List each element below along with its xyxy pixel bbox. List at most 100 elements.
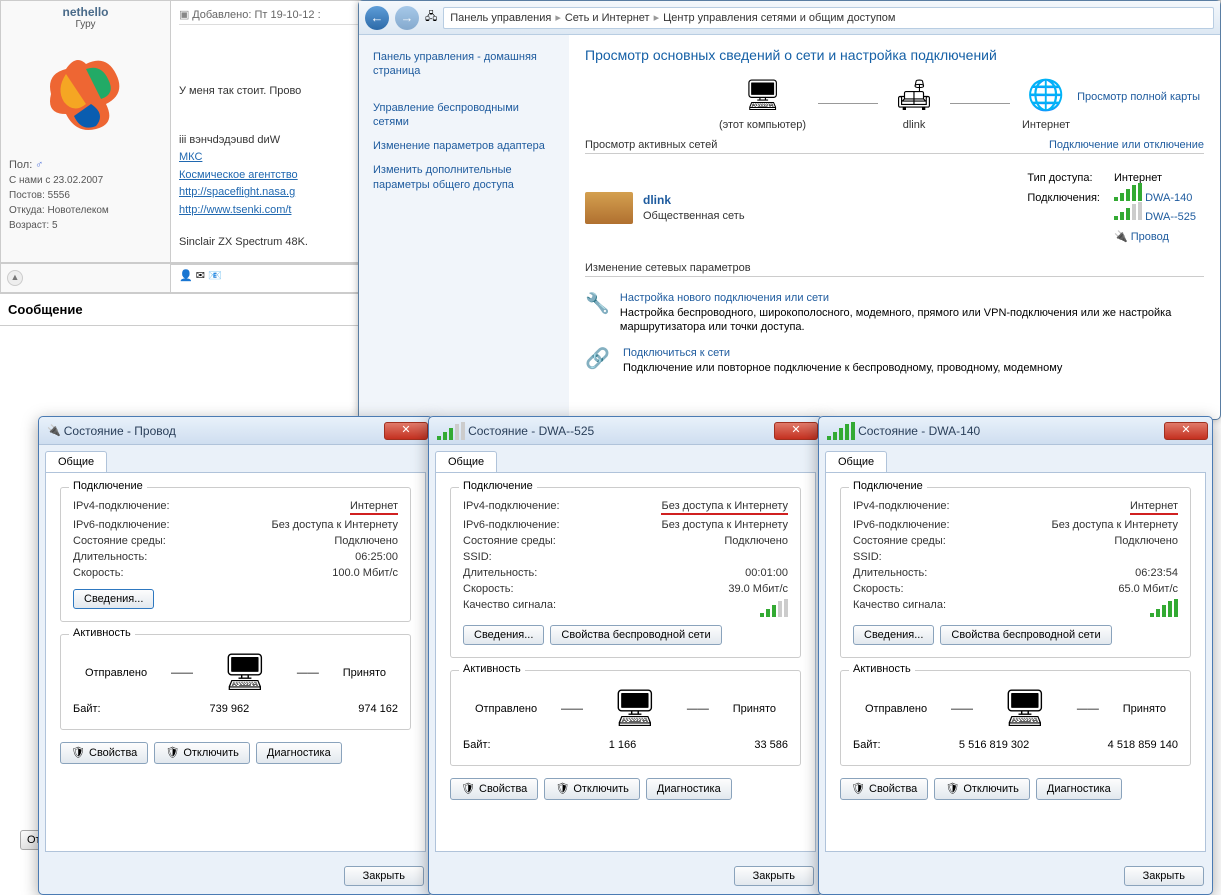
sent-value: 1 166 xyxy=(491,739,755,751)
avatar xyxy=(28,36,143,151)
conn-toggle-link[interactable]: Подключение или отключение xyxy=(1049,139,1204,151)
this-pc-label: (этот компьютер) xyxy=(719,119,806,131)
router-icon: 🛋 xyxy=(890,75,938,115)
media-label: Состояние среды: xyxy=(853,535,946,547)
activity-group: Активность xyxy=(849,663,915,675)
up-icon[interactable]: ▲ xyxy=(7,270,23,286)
wireless-props-button[interactable]: Свойства беспроводной сети xyxy=(940,625,1111,645)
bytes-label: Байт: xyxy=(73,703,101,715)
shield-icon xyxy=(461,782,475,796)
sidebar-home[interactable]: Панель управления - домашняя страница xyxy=(359,45,569,84)
user-gender: Пол: ♂ xyxy=(5,157,166,173)
monitor-icon: 🖥 xyxy=(997,687,1053,731)
details-button[interactable]: Сведения... xyxy=(73,589,154,609)
sidebar-sharing[interactable]: Изменить дополнительные параметры общего… xyxy=(359,158,569,197)
tab-general[interactable]: Общие xyxy=(435,451,497,472)
active-net-name[interactable]: dlink xyxy=(643,193,671,207)
diagnose-button[interactable]: Диагностика xyxy=(1036,778,1122,800)
plug-icon: 🔌 xyxy=(47,424,61,437)
sidebar-adapter[interactable]: Изменение параметров адаптера xyxy=(359,134,569,158)
shield-icon xyxy=(165,746,179,760)
setup-desc: Настройка беспроводного, широкополосного… xyxy=(620,307,1171,333)
connect-desc: Подключение или повторное подключение к … xyxy=(623,362,1062,374)
pm-icon[interactable]: ✉ xyxy=(196,270,205,282)
bytes-label: Байт: xyxy=(853,739,881,751)
sent-label: Отправлено xyxy=(475,703,537,715)
details-button[interactable]: Сведения... xyxy=(853,625,934,645)
shield-icon xyxy=(851,782,865,796)
speed-label: Скорость: xyxy=(73,567,124,579)
user-posts: Постов: 5556 xyxy=(5,188,166,203)
email-icon[interactable]: 📧 xyxy=(208,270,222,282)
sent-value: 5 516 819 302 xyxy=(881,739,1108,751)
full-map-link[interactable]: Просмотр полной карты xyxy=(1077,91,1200,103)
ipv4-label: IPv4-подключение: xyxy=(463,500,560,515)
forward-button[interactable]: → xyxy=(395,6,419,30)
page-title: Просмотр основных сведений о сети и наст… xyxy=(585,47,1204,63)
setup-link[interactable]: Настройка нового подключения или сети xyxy=(620,292,829,304)
diagnose-button[interactable]: Диагностика xyxy=(256,742,342,764)
media-value: Подключено xyxy=(334,535,398,547)
signal-label: Качество сигнала: xyxy=(463,599,556,617)
ethernet-icon: 🔌 xyxy=(1114,231,1128,243)
profile-icon[interactable]: 👤 xyxy=(179,270,193,282)
sidebar-wireless[interactable]: Управление беспроводными сетями xyxy=(359,96,569,135)
status-dialog-dwa525: Состояние - DWA--525 Общие Подключение I… xyxy=(428,416,823,895)
conn-dwa525[interactable]: DWA--525 xyxy=(1145,211,1196,223)
connect-icon: 🔗 xyxy=(585,346,613,370)
close-button[interactable] xyxy=(774,422,818,440)
properties-button[interactable]: Свойства xyxy=(60,742,148,764)
close-button[interactable] xyxy=(1164,422,1208,440)
dlg1-title: Состояние - Провод xyxy=(64,424,384,438)
shield-icon xyxy=(71,746,85,760)
wifi-icon xyxy=(827,422,855,440)
connect-link[interactable]: Подключиться к сети xyxy=(623,347,730,359)
duration-value: 00:01:00 xyxy=(745,567,788,579)
ipv6-label: IPv6-подключение: xyxy=(463,519,560,531)
close-dialog-button[interactable]: Закрыть xyxy=(344,866,424,886)
media-value: Подключено xyxy=(724,535,788,547)
username[interactable]: nethello xyxy=(5,5,166,19)
disconnect-button[interactable]: Отключить xyxy=(154,742,250,764)
sent-label: Отправлено xyxy=(865,703,927,715)
active-net-type: Общественная сеть xyxy=(643,210,745,222)
properties-button[interactable]: Свойства xyxy=(450,778,538,800)
media-label: Состояние среды: xyxy=(73,535,166,547)
properties-button[interactable]: Свойства xyxy=(840,778,928,800)
link-mks[interactable]: МКС xyxy=(179,151,202,163)
ipv4-label: IPv4-подключение: xyxy=(853,500,950,515)
network-toolbar-icon: 🖧 xyxy=(425,8,437,27)
signal-label: Качество сигнала: xyxy=(853,599,946,617)
address-bar[interactable]: Панель управления▸ Сеть и Интернет▸ Цент… xyxy=(443,7,1214,29)
disconnect-button[interactable]: Отключить xyxy=(544,778,640,800)
diagnose-button[interactable]: Диагностика xyxy=(646,778,732,800)
status-dialog-wire: 🔌 Состояние - Провод Общие Подключение I… xyxy=(38,416,433,895)
back-button[interactable]: ← xyxy=(365,6,389,30)
computer-icon: 🖥 xyxy=(738,75,786,115)
setup-icon: 🔧 xyxy=(585,291,610,315)
speed-label: Скорость: xyxy=(463,583,514,595)
close-dialog-button[interactable]: Закрыть xyxy=(1124,866,1204,886)
signal-bars xyxy=(1150,599,1178,617)
duration-label: Длительность: xyxy=(73,551,147,563)
close-button[interactable] xyxy=(384,422,428,440)
conn-wire[interactable]: Провод xyxy=(1131,231,1169,243)
tab-general[interactable]: Общие xyxy=(825,451,887,472)
link-tsenki[interactable]: http://www.tsenki.com/t xyxy=(179,204,291,216)
ipv4-value: Интернет xyxy=(1130,500,1178,515)
link-agency[interactable]: Космическое агентство xyxy=(179,169,298,181)
user-age: Возраст: 5 xyxy=(5,218,166,233)
speed-value: 65.0 Мбит/с xyxy=(1118,583,1178,595)
disconnect-button[interactable]: Отключить xyxy=(934,778,1030,800)
connection-group: Подключение xyxy=(849,480,927,492)
link-nasa[interactable]: http://spaceflight.nasa.g xyxy=(179,186,295,198)
duration-label: Длительность: xyxy=(463,567,537,579)
ipv6-label: IPv6-подключение: xyxy=(73,519,170,531)
activity-group: Активность xyxy=(459,663,525,675)
conn-dwa140[interactable]: DWA-140 xyxy=(1145,192,1192,204)
wireless-props-button[interactable]: Свойства беспроводной сети xyxy=(550,625,721,645)
params-header: Изменение сетевых параметров xyxy=(585,262,751,274)
tab-general[interactable]: Общие xyxy=(45,451,107,472)
close-dialog-button[interactable]: Закрыть xyxy=(734,866,814,886)
details-button[interactable]: Сведения... xyxy=(463,625,544,645)
